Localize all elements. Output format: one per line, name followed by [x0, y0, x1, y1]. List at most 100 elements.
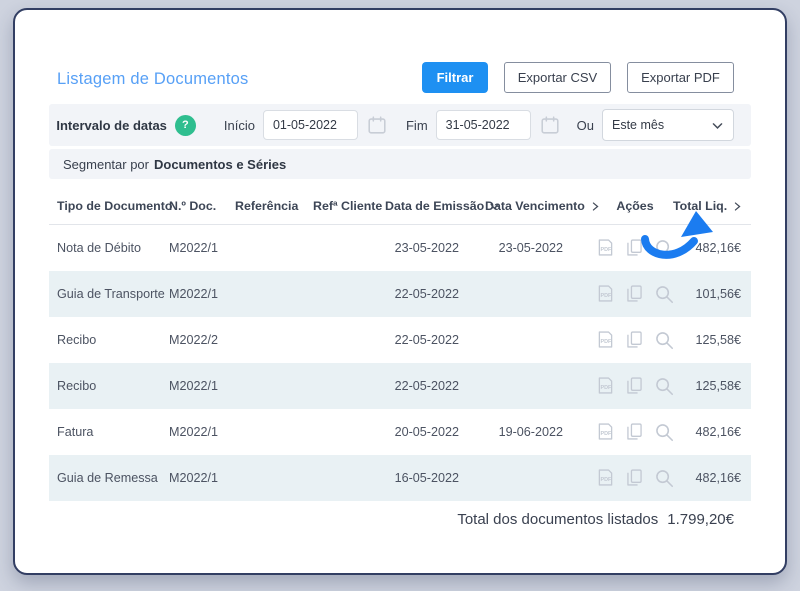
- chevron-down-icon: [711, 119, 724, 132]
- search-icon[interactable]: [653, 467, 675, 489]
- cell-acoes: PDF: [595, 375, 675, 397]
- start-date-input[interactable]: [262, 110, 358, 140]
- cell-tipo-documento: Guia de Remessa: [57, 471, 158, 485]
- search-icon[interactable]: [653, 375, 675, 397]
- table-body: Nota de Débito M2022/1 23-05-2022 23-05-…: [49, 225, 751, 501]
- column-header-8[interactable]: Total Liq.: [673, 199, 743, 213]
- period-select-value: Este mês: [612, 118, 665, 132]
- start-date-label: Início: [223, 117, 255, 133]
- filter-button[interactable]: Filtrar: [422, 62, 488, 93]
- export-pdf-button[interactable]: Exportar PDF: [627, 62, 734, 93]
- cell-acoes: PDF: [595, 329, 675, 351]
- cell-tipo-documento: Recibo: [57, 333, 97, 347]
- total-label: Total dos documentos listados: [457, 511, 659, 528]
- pdf-icon[interactable]: PDF: [595, 421, 616, 443]
- date-filter-bar: Intervalo de datas ? Início Fim Ou Este …: [49, 104, 751, 146]
- cell-tipo-documento: Nota de Débito: [57, 241, 142, 255]
- segment-bar: Segmentar por Documentos e Séries: [49, 149, 751, 179]
- toolbar-actions: Filtrar Exportar CSV Exportar PDF: [422, 62, 734, 93]
- cell-tipo-documento: Guia de Transporte: [57, 287, 165, 301]
- cell-numero-doc: M2022/1: [169, 425, 219, 439]
- cell-data-vencimento: 19-06-2022: [498, 425, 563, 439]
- cell-numero-doc: M2022/2: [169, 333, 219, 347]
- cell-data-emissao: 16-05-2022: [394, 471, 459, 485]
- documents-table: Tipo de Documento N.º Doc. Referência Re…: [49, 193, 751, 528]
- column-header-4: Refª Cliente: [313, 199, 383, 213]
- cell-data-emissao: 22-05-2022: [394, 379, 459, 393]
- segment-value: Documentos e Séries: [154, 156, 287, 172]
- cell-acoes: PDF: [595, 421, 675, 443]
- pdf-icon[interactable]: PDF: [595, 467, 616, 489]
- calendar-icon[interactable]: [366, 114, 388, 136]
- cell-data-emissao: 22-05-2022: [394, 287, 459, 301]
- search-icon[interactable]: [653, 421, 675, 443]
- segment-label: Segmentar por: [63, 156, 149, 172]
- copy-icon[interactable]: [624, 283, 645, 305]
- cell-numero-doc: M2022/1: [169, 287, 219, 301]
- sort-chevron-icon: [732, 201, 743, 212]
- search-icon[interactable]: [653, 237, 675, 259]
- table-row: Nota de Débito M2022/1 23-05-2022 23-05-…: [49, 225, 751, 271]
- column-header-7: Ações: [616, 199, 654, 213]
- date-range-label: Intervalo de datas: [56, 117, 167, 133]
- column-header-5[interactable]: Data de Emissão: [385, 199, 499, 213]
- table-row: Guia de Transporte M2022/1 22-05-2022 PD…: [49, 271, 751, 317]
- column-header-3: Referência: [235, 199, 299, 213]
- cell-data-vencimento: 23-05-2022: [498, 241, 563, 255]
- svg-text:PDF: PDF: [601, 247, 613, 253]
- page-background: Listagem de Documentos Filtrar Exportar …: [0, 0, 800, 591]
- or-label: Ou: [576, 117, 594, 133]
- column-header-6[interactable]: Data Vencimento: [485, 199, 599, 213]
- pdf-icon[interactable]: PDF: [595, 283, 616, 305]
- svg-text:PDF: PDF: [601, 477, 613, 483]
- documents-card: Listagem de Documentos Filtrar Exportar …: [13, 8, 787, 575]
- table-row: Guia de Remessa M2022/1 16-05-2022 PDF 4…: [49, 455, 751, 501]
- sort-chevron-icon: [489, 201, 500, 212]
- column-header-1: Tipo de Documento: [57, 199, 173, 213]
- table-footer: Total dos documentos listados 1.799,20€: [49, 511, 751, 528]
- copy-icon[interactable]: [624, 329, 645, 351]
- cell-acoes: PDF: [595, 467, 675, 489]
- cell-total-liq: 101,56€: [695, 287, 741, 301]
- pdf-icon[interactable]: PDF: [595, 237, 616, 259]
- column-header-2: N.º Doc.: [169, 199, 217, 213]
- search-icon[interactable]: [653, 329, 675, 351]
- cell-acoes: PDF: [595, 283, 675, 305]
- copy-icon[interactable]: [624, 237, 645, 259]
- table-row: Recibo M2022/1 22-05-2022 PDF 125,58€: [49, 363, 751, 409]
- period-select[interactable]: Este mês: [602, 109, 734, 141]
- export-csv-button[interactable]: Exportar CSV: [504, 62, 611, 93]
- cell-total-liq: 125,58€: [695, 379, 741, 393]
- end-date-input[interactable]: [435, 110, 531, 140]
- copy-icon[interactable]: [624, 467, 645, 489]
- table-row: Recibo M2022/2 22-05-2022 PDF 125,58€: [49, 317, 751, 363]
- svg-text:PDF: PDF: [601, 339, 613, 345]
- cell-total-liq: 482,16€: [695, 471, 741, 485]
- end-date-label: Fim: [405, 117, 428, 133]
- copy-icon[interactable]: [624, 421, 645, 443]
- pdf-icon[interactable]: PDF: [595, 375, 616, 397]
- table-header-row: Tipo de Documento N.º Doc. Referência Re…: [49, 193, 751, 219]
- cell-acoes: PDF: [595, 237, 675, 259]
- cell-numero-doc: M2022/1: [169, 241, 219, 255]
- cell-data-emissao: 23-05-2022: [394, 241, 459, 255]
- page-title: Listagem de Documentos: [57, 70, 249, 88]
- cell-total-liq: 125,58€: [695, 333, 741, 347]
- pdf-icon[interactable]: PDF: [595, 329, 616, 351]
- svg-text:PDF: PDF: [601, 431, 613, 437]
- top-bar: Listagem de Documentos Filtrar Exportar …: [49, 62, 751, 93]
- svg-text:PDF: PDF: [601, 385, 613, 391]
- cell-tipo-documento: Fatura: [57, 425, 94, 439]
- cell-tipo-documento: Recibo: [57, 379, 97, 393]
- copy-icon[interactable]: [624, 375, 645, 397]
- help-icon[interactable]: ?: [174, 114, 196, 136]
- search-icon[interactable]: [653, 283, 675, 305]
- calendar-icon[interactable]: [539, 114, 561, 136]
- cell-total-liq: 482,16€: [695, 425, 741, 439]
- cell-data-emissao: 20-05-2022: [394, 425, 459, 439]
- cell-total-liq: 482,16€: [695, 241, 741, 255]
- svg-text:PDF: PDF: [601, 293, 613, 299]
- table-row: Fatura M2022/1 20-05-2022 19-06-2022 PDF…: [49, 409, 751, 455]
- cell-numero-doc: M2022/1: [169, 471, 219, 485]
- cell-numero-doc: M2022/1: [169, 379, 219, 393]
